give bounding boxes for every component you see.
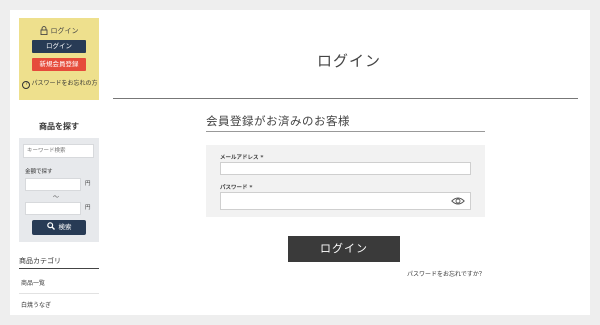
login-button[interactable]: ログイン (288, 236, 400, 262)
max-price-unit: 円 (85, 205, 91, 211)
price-search-label: 金額で探す (25, 169, 53, 175)
category-divider (19, 268, 99, 269)
password-label: パスワード * (220, 183, 252, 191)
sidebar-forgot-password-link[interactable]: ? パスワードをお忘れの方 (21, 78, 99, 89)
register-button[interactable]: 新規会員登録 (32, 58, 86, 71)
sidebar-login-button[interactable]: ログイン (32, 40, 86, 53)
max-price-input[interactable] (25, 202, 81, 215)
sidebar-login-box: ログイン ログイン 新規会員登録 ? パスワードをお忘れの方 (19, 18, 99, 100)
email-label-text: メールアドレス (220, 155, 259, 161)
search-panel: 金額で探す 円 〜 円 検索 (19, 138, 99, 242)
search-icon (46, 222, 55, 230)
password-required-mark: * (249, 185, 253, 191)
section-title: 会員登録がお済みのお客様 (206, 114, 350, 128)
min-price-input[interactable] (25, 178, 81, 191)
category-separator (19, 293, 99, 294)
search-button[interactable]: 検索 (32, 220, 86, 235)
search-title: 商品を探す (39, 121, 79, 131)
email-label: メールアドレス * (220, 153, 263, 161)
password-label-text: パスワード (220, 185, 248, 191)
category-item[interactable]: 商品一覧 (21, 278, 45, 287)
login-form: メールアドレス * パスワード * (206, 145, 485, 217)
title-divider (113, 98, 578, 99)
category-title: 商品カテゴリ (19, 257, 61, 265)
login-box-heading-label: ログイン (50, 27, 79, 35)
login-box-heading: ログイン (19, 26, 99, 36)
question-icon: ? (22, 81, 31, 89)
category-item[interactable]: 白焼うなぎ (21, 300, 51, 309)
eye-icon[interactable] (451, 196, 465, 206)
page: ログイン ログイン 新規会員登録 ?パスワードをお忘れの方 商品を探す 金額で探… (10, 10, 590, 315)
min-price-unit: 円 (85, 181, 91, 187)
forgot-password-link[interactable]: パスワードをお忘れですか？ (407, 269, 485, 278)
section-divider (206, 131, 485, 132)
password-field[interactable] (220, 192, 471, 210)
email-field[interactable] (220, 162, 471, 175)
keyword-search-input[interactable] (23, 144, 94, 158)
search-button-label: 検索 (58, 223, 72, 231)
page-title: ログイン (316, 52, 381, 70)
sidebar-forgot-password-label: パスワードをお忘れの方 (31, 80, 98, 87)
price-range-separator: 〜 (53, 194, 60, 201)
email-required-mark: * (260, 155, 264, 161)
lock-icon (40, 26, 47, 35)
